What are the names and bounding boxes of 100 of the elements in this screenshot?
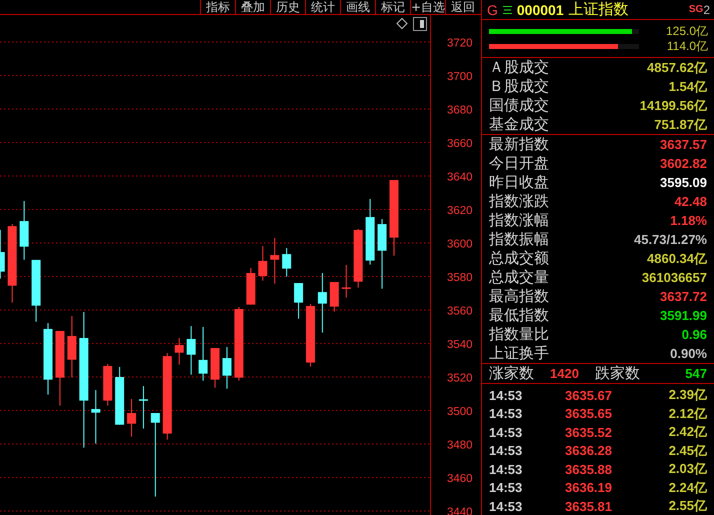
tick-time: 14:53 xyxy=(489,480,524,496)
stat-label: 上证换手 xyxy=(489,344,549,363)
candlestick xyxy=(103,363,112,406)
panel-toggle-icon[interactable] xyxy=(413,17,427,31)
axis-label: 3580 xyxy=(447,272,473,284)
candlestick xyxy=(318,272,327,334)
stat-value: 3602.82 xyxy=(660,156,707,171)
diamond-icon xyxy=(396,18,408,30)
stat-label: 指数涨幅 xyxy=(489,211,549,230)
flow-value: 114.0亿 xyxy=(666,38,708,55)
axis-label: 3460 xyxy=(447,473,473,485)
candlestick xyxy=(91,390,100,444)
stat-label: 基金成交 xyxy=(489,115,549,134)
candlestick xyxy=(127,398,136,438)
stat-label: 最高指数 xyxy=(489,287,549,306)
axis-label: 3540 xyxy=(447,339,473,351)
candlestick xyxy=(222,346,232,390)
candlestick xyxy=(366,198,375,266)
tick-price: 3635.65 xyxy=(565,406,612,422)
candlestick xyxy=(198,326,208,382)
stat-label: 今日开盘 xyxy=(489,154,549,173)
tick-amount: 2.42亿 xyxy=(668,423,707,442)
tick-price: 3635.81 xyxy=(565,498,612,514)
axis-label: 3680 xyxy=(447,104,473,116)
stat-label: 涨家数 xyxy=(489,364,534,383)
decliners-count: 547 xyxy=(685,366,707,381)
stat-value: 3637.57 xyxy=(660,137,707,152)
stat-label: 总成交量 xyxy=(489,268,549,287)
axis-label: 3620 xyxy=(447,205,473,217)
tick-time: 14:53 xyxy=(489,424,524,440)
stat-label: 指数振幅 xyxy=(489,230,549,249)
stat-value: 4857.62亿 xyxy=(647,58,707,76)
stat-label: 跌家数 xyxy=(594,364,640,383)
flow-value: 125.0亿 xyxy=(664,23,708,40)
candlestick xyxy=(0,229,5,280)
candlestick xyxy=(186,326,196,376)
candlestick xyxy=(258,246,268,282)
stat-label: 昨日收盘 xyxy=(489,173,549,192)
market-mark: G xyxy=(487,2,498,18)
tick-amount: 2.45亿 xyxy=(668,442,707,460)
toolbar-button[interactable]: +自选 xyxy=(410,0,445,14)
tag-number: 2 xyxy=(703,2,710,16)
stat-value: 3637.72 xyxy=(660,289,707,304)
stat-label: Ｂ股成交 xyxy=(489,77,549,96)
tick-time: 14:53 xyxy=(489,462,524,477)
stat-value: 361036657 xyxy=(642,270,707,285)
candlestick xyxy=(20,200,29,260)
candlestick xyxy=(174,337,184,366)
index-name: 上证指数 xyxy=(568,0,629,19)
tick-amount: 2.39亿 xyxy=(668,386,707,404)
stat-value: 0.96 xyxy=(682,327,707,342)
candlestick xyxy=(330,282,339,312)
tag-label: SG xyxy=(688,4,704,15)
stat-label: 总成交额 xyxy=(489,249,549,268)
candlestick xyxy=(282,248,292,278)
stat-label: 指数量比 xyxy=(489,325,549,344)
candlestick xyxy=(67,316,76,378)
stat-value: 1.54亿 xyxy=(668,78,707,96)
candlestick xyxy=(246,267,256,306)
stat-value: 45.73/1.27% xyxy=(634,232,707,247)
tick-time: 14:53 xyxy=(489,388,524,403)
stat-label: 指数涨跌 xyxy=(489,192,549,211)
candlestick xyxy=(270,237,280,284)
tick-price: 3635.88 xyxy=(565,462,612,477)
stat-value: 4860.34亿 xyxy=(647,250,707,268)
menu-icon[interactable] xyxy=(502,4,512,14)
candlestick xyxy=(306,303,315,368)
axis-label: 3500 xyxy=(447,406,473,418)
stat-value: 3595.09 xyxy=(660,175,707,190)
candlestick xyxy=(210,348,220,388)
tick-time: 14:53 xyxy=(489,406,524,422)
stock-code: 000001 xyxy=(516,2,564,18)
candlestick xyxy=(378,218,387,290)
axis-label: 3660 xyxy=(447,138,473,150)
tick-price: 3636.28 xyxy=(565,443,612,458)
tick-amount: 2.24亿 xyxy=(668,478,707,497)
axis-label: 3560 xyxy=(447,306,473,318)
candlestick xyxy=(32,259,41,322)
advancers-count: 1420 xyxy=(550,366,579,381)
axis-label: 3520 xyxy=(447,372,473,384)
stat-label: 最低指数 xyxy=(489,306,549,325)
axis-label: 3640 xyxy=(447,172,473,184)
tick-amount: 2.12亿 xyxy=(668,404,707,423)
stat-value: 14199.56亿 xyxy=(640,96,707,114)
stat-value: 0.90% xyxy=(670,346,707,361)
stat-label: 最新指数 xyxy=(489,135,549,154)
stat-value: 1.18% xyxy=(670,213,707,228)
stat-label: Ａ股成交 xyxy=(489,58,549,77)
tick-amount: 2.55亿 xyxy=(668,497,707,515)
candlestick xyxy=(342,264,351,298)
tick-time: 14:53 xyxy=(489,443,524,458)
axis-label: 3700 xyxy=(447,71,473,83)
axis-label: 3480 xyxy=(447,440,473,452)
stat-label: 国债成交 xyxy=(489,96,549,115)
axis-label: 3600 xyxy=(447,238,473,250)
tick-price: 3635.67 xyxy=(565,388,612,403)
tick-price: 3636.19 xyxy=(565,480,612,496)
axis-label: 3720 xyxy=(447,38,473,50)
tick-amount: 2.03亿 xyxy=(668,460,707,478)
tick-time: 14:53 xyxy=(489,498,524,514)
